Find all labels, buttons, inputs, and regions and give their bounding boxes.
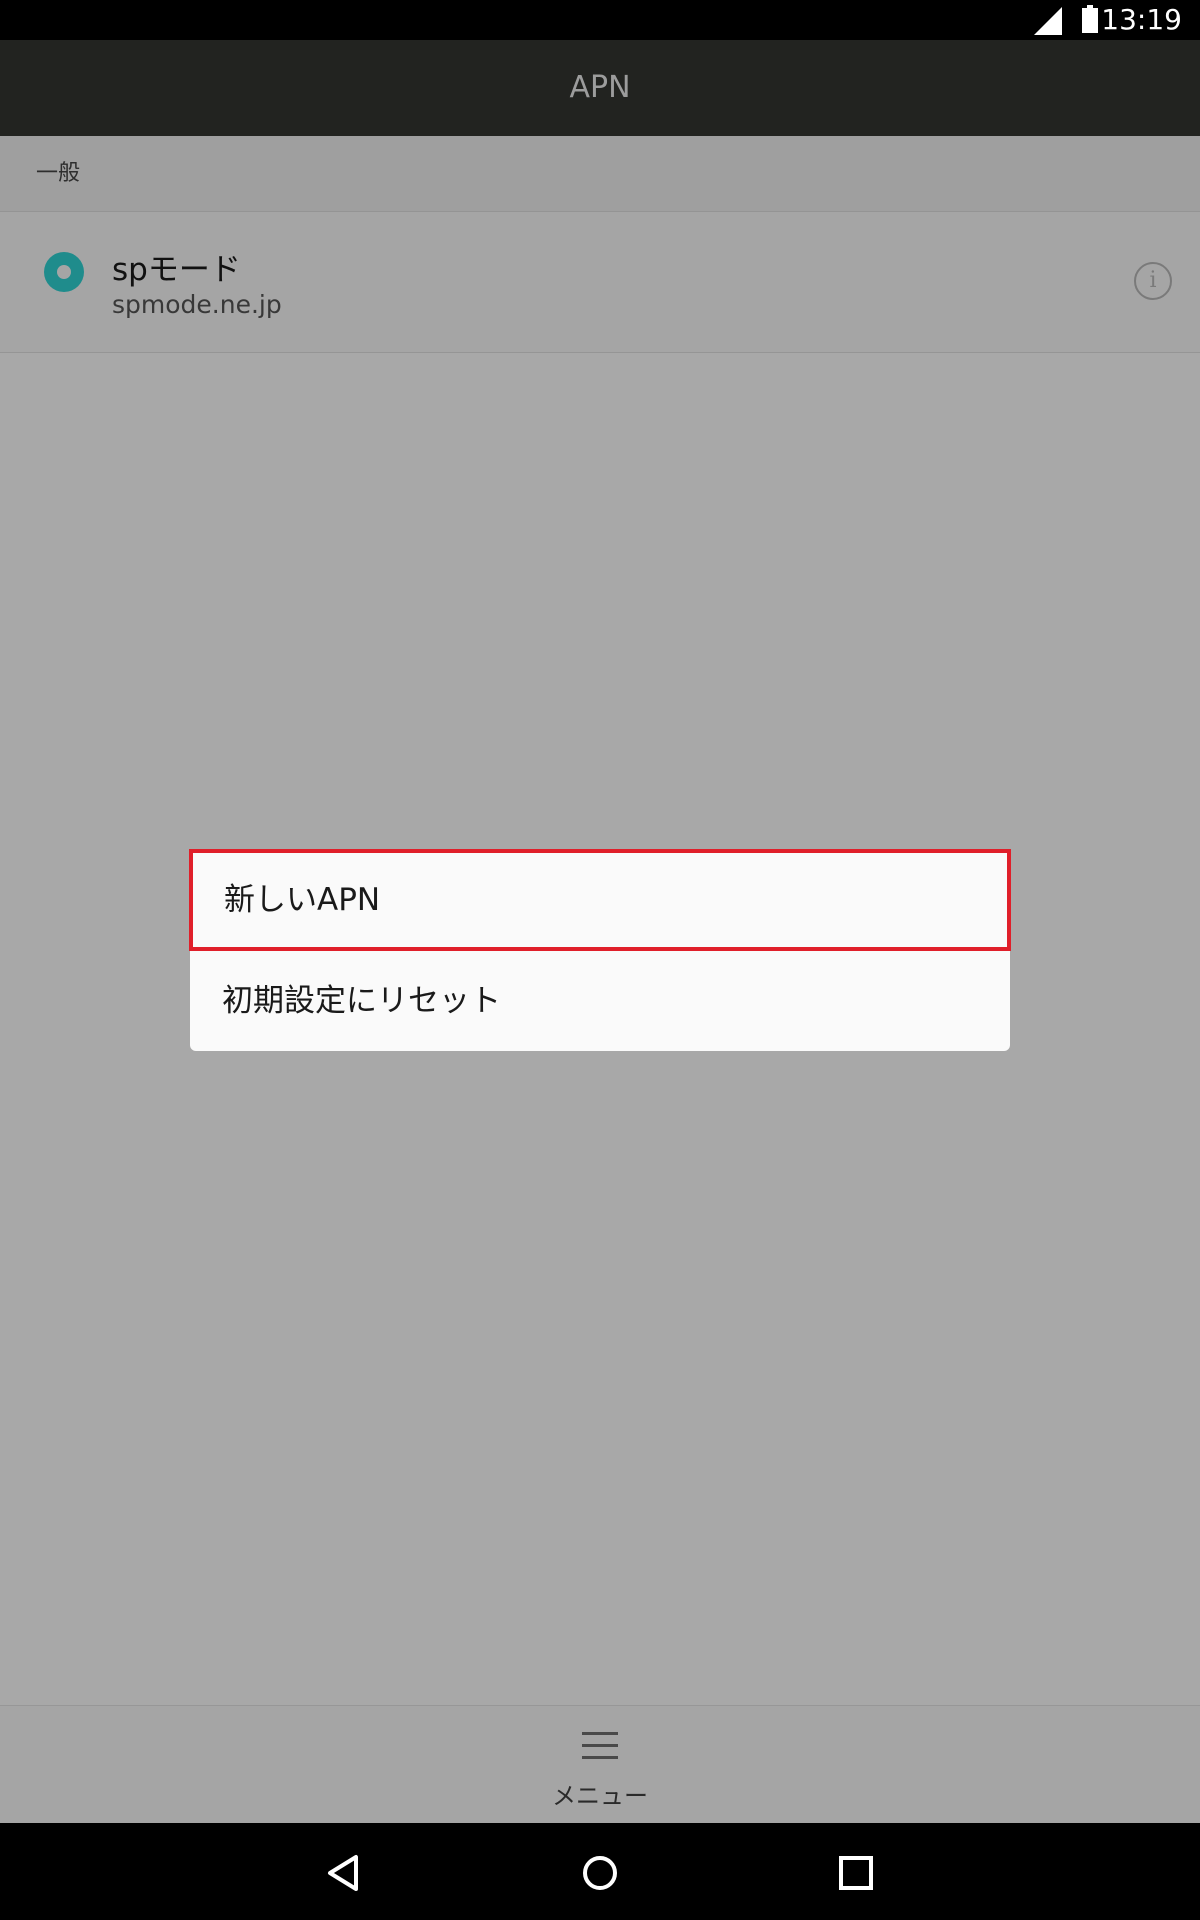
battery-icon xyxy=(1082,5,1098,33)
info-icon[interactable]: i xyxy=(1134,262,1172,300)
options-menu-popup: 新しいAPN 初期設定にリセット xyxy=(189,849,1011,1051)
radio-dot xyxy=(57,265,71,279)
app-bar: APN xyxy=(0,40,1200,136)
bottom-menu-label[interactable]: メニュー xyxy=(0,1776,1200,1811)
section-header-label: 一般 xyxy=(36,161,81,186)
recents-icon[interactable] xyxy=(834,1851,878,1895)
menu-icon[interactable] xyxy=(582,1730,618,1760)
section-header: 一般 xyxy=(0,136,1200,212)
navigation-bar xyxy=(0,1823,1200,1920)
home-icon[interactable] xyxy=(578,1851,622,1895)
menu-item-label: 初期設定にリセット xyxy=(222,983,501,1019)
menu-item-reset-defaults[interactable]: 初期設定にリセット xyxy=(190,951,1010,1051)
apn-list-item[interactable]: spモード spmode.ne.jp i xyxy=(0,212,1200,353)
status-bar: 13:19 xyxy=(0,0,1200,40)
back-icon[interactable] xyxy=(322,1851,366,1895)
apn-name: spモード xyxy=(112,252,241,288)
menu-item-new-apn[interactable]: 新しいAPN xyxy=(189,849,1011,951)
page-title: APN xyxy=(569,70,631,105)
bottom-menu-bar: メニュー xyxy=(0,1705,1200,1824)
menu-item-label: 新しいAPN xyxy=(224,882,381,918)
status-time: 13:19 xyxy=(1101,3,1182,36)
apn-radio-button[interactable] xyxy=(44,252,84,292)
signal-icon xyxy=(1034,7,1062,35)
apn-host: spmode.ne.jp xyxy=(112,290,282,319)
